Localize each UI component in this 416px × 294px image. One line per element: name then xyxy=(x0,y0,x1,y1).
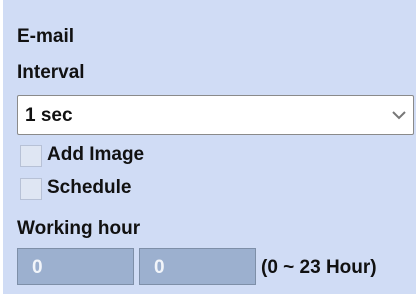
interval-select[interactable]: 1 sec xyxy=(17,95,414,135)
email-section-title: E-mail xyxy=(17,26,75,47)
chevron-down-icon[interactable] xyxy=(392,111,406,120)
schedule-label[interactable]: Schedule xyxy=(47,178,131,197)
email-settings-panel: E-mail Interval 1 sec Add Image Schedule… xyxy=(3,0,416,294)
working-hour-end-value: 0 xyxy=(154,257,165,278)
add-image-label[interactable]: Add Image xyxy=(47,145,144,164)
working-hour-range-hint: (0 ~ 23 Hour) xyxy=(261,257,377,278)
working-hour-label: Working hour xyxy=(17,218,141,239)
interval-label: Interval xyxy=(17,62,85,83)
interval-selected-value: 1 sec xyxy=(25,105,73,126)
add-image-checkbox[interactable] xyxy=(20,145,42,167)
schedule-checkbox[interactable] xyxy=(20,178,42,200)
working-hour-end-input[interactable]: 0 xyxy=(139,248,256,285)
working-hour-start-input[interactable]: 0 xyxy=(17,248,134,285)
working-hour-start-value: 0 xyxy=(32,257,43,278)
